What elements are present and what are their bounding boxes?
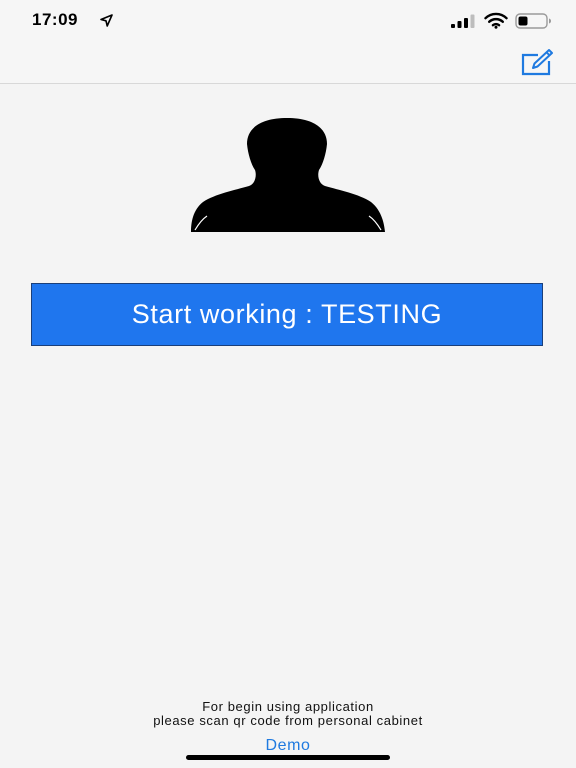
compose-icon xyxy=(521,49,553,76)
battery-icon xyxy=(515,13,551,29)
person-silhouette-icon xyxy=(191,118,385,232)
instructions-line-1: For begin using application xyxy=(202,699,374,714)
demo-link[interactable]: Demo xyxy=(0,737,576,755)
wifi-icon xyxy=(484,12,508,29)
app-screen: 17:09 Start working: TESTING For begin … xyxy=(0,0,576,768)
home-indicator xyxy=(186,755,390,760)
status-time: 17:09 xyxy=(32,10,78,29)
instructions-line-2: please scan qr code from personal cabine… xyxy=(153,713,423,728)
instructions-text: For begin using application please scan … xyxy=(0,700,576,728)
start-working-button[interactable]: Start working : TESTING xyxy=(31,283,543,346)
location-arrow-icon xyxy=(100,14,113,27)
cellular-signal-icon xyxy=(451,14,475,28)
navigation-bar: 17:09 xyxy=(0,0,576,84)
compose-button[interactable] xyxy=(518,46,558,80)
